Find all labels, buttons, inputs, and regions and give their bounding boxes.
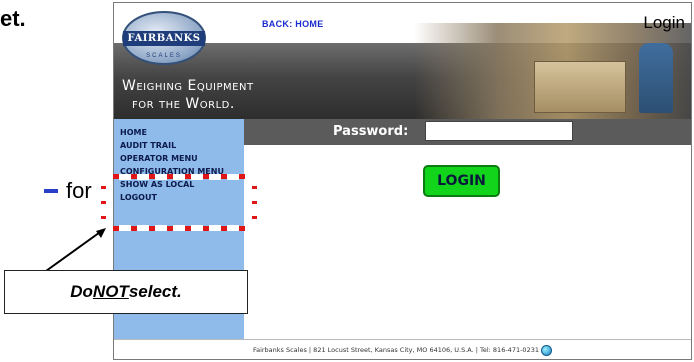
do-not-select-callout: Do NOT select. — [4, 270, 248, 314]
callout-text-pre: Do — [70, 282, 93, 301]
callout-text-emphasis: NOT — [92, 282, 129, 301]
callout-text-post: select. — [128, 282, 182, 301]
